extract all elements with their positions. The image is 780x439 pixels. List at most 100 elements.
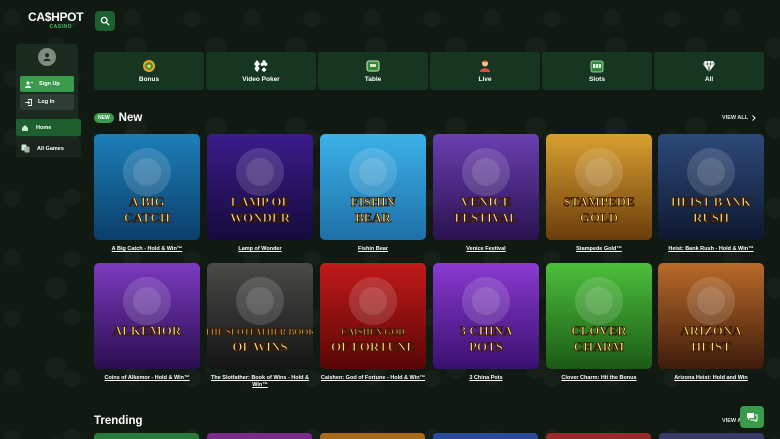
game-tile[interactable]: LAMP OF WONDER bbox=[207, 134, 313, 240]
section-title: Trending bbox=[94, 415, 143, 427]
game-art-title: ALKEMOR bbox=[113, 323, 182, 338]
game-art-title: HEIST BANK bbox=[671, 194, 752, 209]
login-icon bbox=[25, 98, 32, 106]
category-slots[interactable]: Slots bbox=[542, 52, 652, 90]
game-art-title: WONDER bbox=[230, 210, 291, 225]
game-thumbnail: THE SLOTFATHER BOOK OF WINS bbox=[207, 263, 313, 369]
game-tile[interactable]: CLOVER CHARM bbox=[546, 263, 652, 369]
add-user-icon bbox=[25, 80, 33, 88]
logo-text: CA$HPOT bbox=[28, 10, 84, 24]
view-all-trending-link[interactable]: VIEW A bbox=[722, 418, 741, 424]
game-tile[interactable]: STAMPEDE GOLD bbox=[546, 134, 652, 240]
game-title[interactable]: A Big Catch - Hold & Win™ bbox=[91, 246, 203, 253]
card-suits-icon bbox=[254, 60, 268, 72]
chevron-right-icon bbox=[752, 115, 756, 121]
game-art-title: CLOVER bbox=[571, 323, 627, 338]
game-tile[interactable]: ALKEMOR bbox=[94, 263, 200, 369]
game-tile[interactable]: HEIST BANK RUSH bbox=[658, 134, 764, 240]
dealer-icon bbox=[480, 60, 490, 72]
chat-icon bbox=[747, 413, 758, 422]
section-header-new: NEW New bbox=[94, 111, 142, 125]
search-icon bbox=[100, 16, 110, 26]
sign-up-button[interactable]: Sign Up bbox=[20, 76, 74, 92]
chat-button[interactable] bbox=[740, 406, 764, 428]
section-title: New bbox=[118, 112, 143, 124]
game-art-title: THE SLOTFATHER BOOK bbox=[207, 327, 313, 337]
game-title[interactable]: Arizona Heist: Hold and Win bbox=[655, 375, 767, 382]
trending-tile[interactable] bbox=[320, 433, 425, 439]
category-label: Table bbox=[364, 76, 382, 83]
search-button[interactable] bbox=[95, 11, 115, 31]
game-thumbnail: CAISHEN GOD OF FORTUNE bbox=[320, 263, 426, 369]
game-thumbnail: VENICEFESTIVAL bbox=[433, 134, 539, 240]
game-title[interactable]: Lamp of Wonder bbox=[204, 246, 316, 253]
game-art-title: VENICE bbox=[461, 194, 512, 209]
game-art-title: ARIZONA bbox=[680, 323, 742, 338]
user-icon bbox=[43, 53, 51, 61]
section-header-trending: Trending bbox=[94, 414, 143, 428]
trending-tile[interactable] bbox=[94, 433, 199, 439]
game-art-title: 3 CHINA bbox=[459, 323, 513, 338]
game-thumbnail: ARIZONAHEIST bbox=[658, 263, 764, 369]
game-thumbnail: 3 CHINAPOTS bbox=[433, 263, 539, 369]
game-tile[interactable]: 3 CHINA POTS bbox=[433, 263, 539, 369]
game-title[interactable]: 3 China Pots bbox=[430, 375, 542, 382]
view-all-link[interactable]: VIEW ALL bbox=[722, 115, 756, 121]
game-thumbnail: LAMP OFWONDER bbox=[207, 134, 313, 240]
diamond-icon bbox=[703, 60, 715, 73]
game-art-title: FESTIVAL bbox=[454, 210, 518, 225]
game-thumbnail: A BIGCATCH bbox=[94, 134, 200, 240]
game-art-title: CHARM bbox=[574, 339, 625, 354]
logo-subtext: CASINO bbox=[49, 24, 72, 30]
bonus-badge-icon bbox=[143, 60, 155, 72]
trending-strip bbox=[94, 433, 764, 439]
sidebar-item-home[interactable]: Home bbox=[16, 119, 81, 136]
view-all-label: VIEW ALL bbox=[722, 115, 749, 121]
sidebar-item-all-games[interactable]: All Games bbox=[16, 140, 81, 157]
game-art-title: GOLD bbox=[580, 210, 618, 225]
new-badge: NEW bbox=[94, 113, 114, 123]
category-video-poker[interactable]: Video Poker bbox=[206, 52, 316, 90]
category-all[interactable]: All bbox=[654, 52, 764, 90]
game-art-title: CAISHEN GOD bbox=[341, 327, 405, 337]
game-title[interactable]: Fishin Bear bbox=[317, 246, 429, 253]
game-thumbnail: ALKEMOR bbox=[94, 263, 200, 369]
trending-tile[interactable] bbox=[207, 433, 312, 439]
game-title[interactable]: Coins of Alkemor - Hold & Win™ bbox=[91, 375, 203, 382]
category-live[interactable]: Live bbox=[430, 52, 540, 90]
game-title[interactable]: Venice Festival bbox=[430, 246, 542, 253]
category-label: All bbox=[704, 76, 714, 83]
game-tile[interactable]: THE SLOTFATHER BOOK OF WINS bbox=[207, 263, 313, 369]
sidebar-item-label: Home bbox=[36, 124, 52, 131]
game-title[interactable]: Stampede Gold™ bbox=[543, 246, 655, 253]
category-label: Slots bbox=[589, 76, 605, 83]
slot-machine-icon bbox=[590, 60, 604, 73]
game-title[interactable]: The Slotfather: Book of Wins - Hold & Wi… bbox=[204, 375, 316, 389]
table-icon bbox=[366, 60, 380, 72]
game-title[interactable]: Heist: Bank Rush - Hold & Win™ bbox=[655, 246, 767, 253]
game-tile[interactable]: CAISHEN GOD OF FORTUNE bbox=[320, 263, 426, 369]
game-tile[interactable]: A BIG CATCH bbox=[94, 134, 200, 240]
log-in-label: Log In bbox=[38, 99, 55, 105]
game-tile[interactable]: FISHIN BEAR bbox=[320, 134, 426, 240]
game-art-title: OF FORTUNE bbox=[331, 339, 415, 354]
trending-tile[interactable] bbox=[433, 433, 538, 439]
avatar bbox=[38, 48, 56, 66]
trending-tile[interactable] bbox=[659, 433, 764, 439]
home-icon bbox=[22, 124, 28, 131]
category-table[interactable]: Table bbox=[318, 52, 428, 90]
game-art-title: STAMPEDE bbox=[563, 194, 634, 209]
category-bonus[interactable]: Bonus bbox=[94, 52, 204, 90]
game-tile[interactable]: ARIZONA HEIST bbox=[658, 263, 764, 369]
logo[interactable]: CA$HPOT CASINO bbox=[28, 10, 84, 33]
category-label: Bonus bbox=[138, 76, 160, 83]
game-art-title: RUSH bbox=[693, 210, 729, 225]
game-title[interactable]: Clover Charm: Hit the Bonus bbox=[543, 375, 655, 382]
game-thumbnail: HEIST BANKRUSH bbox=[658, 134, 764, 240]
category-label: Video Poker bbox=[242, 76, 280, 83]
trending-tile[interactable] bbox=[546, 433, 651, 439]
game-art-title: LAMP OF bbox=[231, 194, 290, 209]
game-title[interactable]: Caishen: God of Fortune - Hold & Win™ bbox=[317, 375, 429, 382]
game-tile[interactable]: VENICE FESTIVAL bbox=[433, 134, 539, 240]
log-in-button[interactable]: Log In bbox=[20, 94, 74, 110]
